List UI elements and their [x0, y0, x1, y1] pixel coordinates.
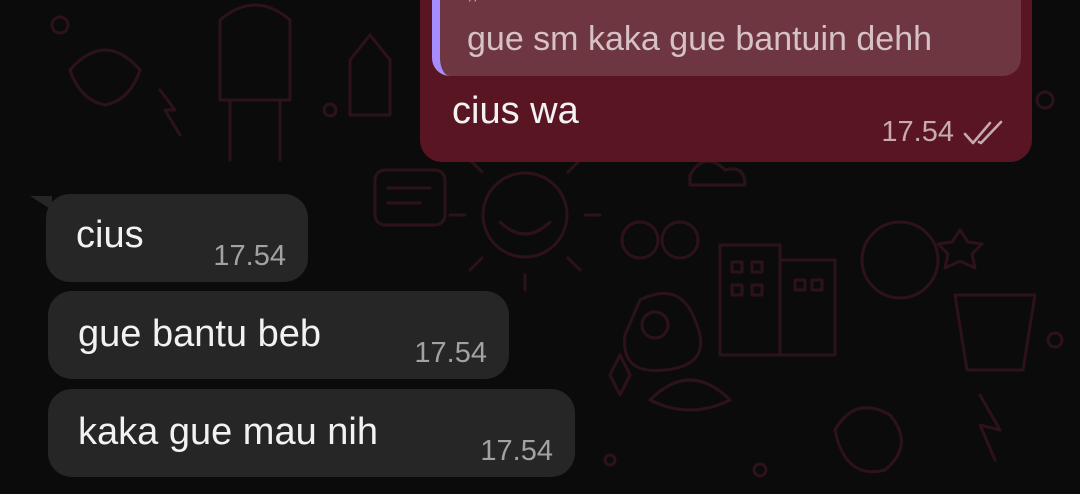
incoming-message-bubble[interactable]: gue bantu beb 17.54: [48, 291, 509, 379]
message-time: 17.54: [414, 337, 487, 369]
message-time: 17.54: [480, 435, 553, 467]
double-check-icon: [963, 120, 1003, 144]
quoted-reply[interactable]: ,, gue sm kaka gue bantuin dehh: [432, 0, 1021, 76]
outgoing-message-bubble[interactable]: ,, gue sm kaka gue bantuin dehh cius wa …: [420, 0, 1032, 162]
incoming-message-bubble[interactable]: kaka gue mau nih 17.54: [48, 389, 575, 477]
message-time: 17.54: [881, 116, 954, 148]
quoted-reply-text: gue sm kaka gue bantuin dehh: [467, 20, 933, 58]
quoted-reply-partial-line: ,,: [467, 0, 478, 5]
incoming-message-bubble[interactable]: cius 17.54: [46, 194, 308, 282]
message-time: 17.54: [213, 240, 286, 272]
message-text: kaka gue mau nih: [78, 411, 378, 453]
message-text: cius: [76, 214, 144, 256]
message-text: gue bantu beb: [78, 313, 322, 355]
message-meta: 17.54: [881, 116, 1006, 149]
message-text: cius wa: [452, 90, 579, 132]
